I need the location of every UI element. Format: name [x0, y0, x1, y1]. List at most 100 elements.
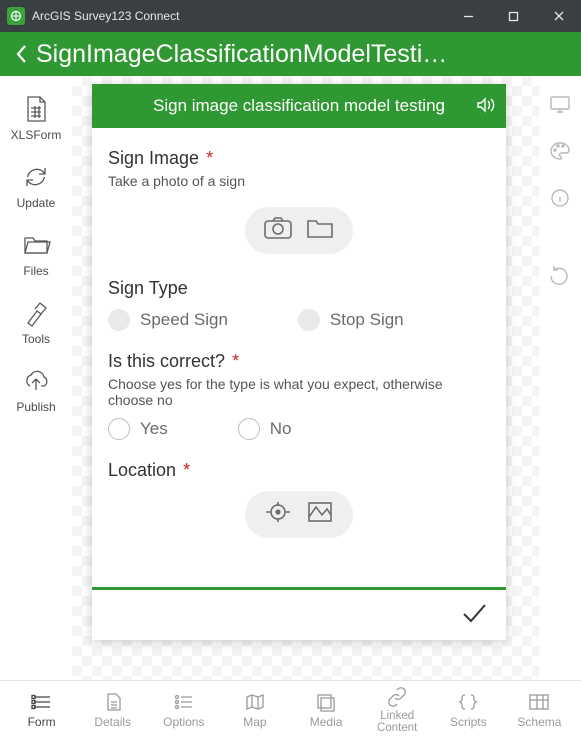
radio-circle-icon: [108, 309, 130, 331]
radio-speed-sign[interactable]: Speed Sign: [108, 309, 228, 331]
form-canvas: Sign image classification model testing …: [72, 76, 539, 680]
required-asterisk: *: [232, 351, 239, 371]
camera-icon: [263, 215, 293, 241]
radio-label: No: [270, 419, 292, 439]
media-icon: [315, 692, 337, 712]
left-rail-files[interactable]: Files: [21, 230, 51, 278]
required-asterisk: *: [183, 460, 190, 480]
survey-form-card: Sign image classification model testing …: [92, 84, 506, 640]
link-icon: [386, 687, 408, 707]
left-rail-tools[interactable]: Tools: [21, 298, 51, 346]
folder-button[interactable]: [305, 215, 335, 246]
radio-yes[interactable]: Yes: [108, 418, 168, 440]
check-icon: [460, 601, 488, 625]
tab-media[interactable]: Media: [294, 692, 358, 729]
right-rail: [539, 76, 581, 680]
radio-stop-sign[interactable]: Stop Sign: [298, 309, 404, 331]
form-icon: [31, 692, 53, 712]
question-sign-image-hint: Take a photo of a sign: [108, 173, 490, 189]
tab-map[interactable]: Map: [223, 692, 287, 729]
tab-linked-content[interactable]: Linked Content: [365, 687, 429, 734]
tab-details[interactable]: Details: [81, 692, 145, 729]
tab-label: Scripts: [450, 715, 487, 729]
table-icon: [528, 692, 550, 712]
left-rail-label: Publish: [16, 400, 55, 414]
image-input-controls: [245, 207, 353, 254]
tab-schema[interactable]: Schema: [507, 692, 571, 729]
braces-icon: [457, 692, 479, 712]
audio-icon[interactable]: [474, 94, 496, 121]
form-footer: [92, 590, 506, 640]
window-maximize-button[interactable]: [491, 0, 536, 32]
left-rail-label: XLSForm: [11, 128, 62, 142]
submit-check-button[interactable]: [460, 601, 488, 630]
back-button[interactable]: [8, 43, 36, 65]
left-rail-label: Tools: [22, 332, 50, 346]
preview-device-button[interactable]: [549, 94, 571, 119]
location-input-controls: [245, 491, 353, 538]
tab-label: Form: [28, 715, 56, 729]
tab-label: Details: [94, 715, 131, 729]
tab-scripts[interactable]: Scripts: [436, 692, 500, 729]
question-location-label: Location *: [108, 460, 490, 481]
window-close-button[interactable]: [536, 0, 581, 32]
app-header: SignImageClassificationModelTesti…: [0, 32, 581, 76]
left-rail-xlsform[interactable]: XLSForm: [11, 94, 62, 142]
page-title: SignImageClassificationModelTesti…: [36, 40, 573, 69]
info-button[interactable]: [549, 188, 571, 213]
window-titlebar: ArcGIS Survey123 Connect: [0, 0, 581, 32]
locate-button[interactable]: [263, 499, 293, 530]
app-icon: [7, 7, 25, 25]
left-rail-publish[interactable]: Publish: [16, 366, 55, 414]
radio-label: Speed Sign: [140, 310, 228, 330]
radio-circle-icon: [108, 418, 130, 440]
spreadsheet-icon: [21, 94, 51, 124]
radio-label: Yes: [140, 419, 168, 439]
radio-label: Stop Sign: [330, 310, 404, 330]
refresh-icon: [21, 162, 51, 192]
question-correct-hint: Choose yes for the type is what you expe…: [108, 376, 490, 408]
left-rail: XLSForm Update Files Tools Publish: [0, 76, 72, 680]
target-icon: [263, 499, 293, 525]
radio-circle-icon: [238, 418, 260, 440]
palette-icon: [549, 141, 571, 161]
cloud-upload-icon: [21, 366, 51, 396]
left-rail-label: Update: [17, 196, 56, 210]
question-sign-type-label: Sign Type: [108, 278, 490, 299]
tab-label: Media: [310, 715, 343, 729]
folder-open-icon: [305, 215, 335, 241]
theme-button[interactable]: [549, 141, 571, 166]
tab-form[interactable]: Form: [10, 692, 74, 729]
survey-title-bar: Sign image classification model testing: [92, 84, 506, 128]
label-text: Location: [108, 460, 176, 480]
map-icon: [305, 499, 335, 525]
map-picker-button[interactable]: [305, 499, 335, 530]
question-correct-label: Is this correct? *: [108, 351, 490, 372]
label-text: Is this correct?: [108, 351, 225, 371]
required-asterisk: *: [206, 148, 213, 168]
tab-options[interactable]: Options: [152, 692, 216, 729]
document-icon: [102, 692, 124, 712]
folder-icon: [21, 230, 51, 260]
left-rail-update[interactable]: Update: [17, 162, 56, 210]
survey-title: Sign image classification model testing: [153, 96, 445, 116]
survey-body: Sign Image * Take a photo of a sign: [92, 128, 506, 587]
main-area: XLSForm Update Files Tools Publish Sign …: [0, 76, 581, 680]
tab-label: Linked Content: [365, 710, 429, 734]
app-title: ArcGIS Survey123 Connect: [32, 9, 446, 23]
hammer-icon: [21, 298, 51, 328]
undo-icon: [549, 265, 571, 285]
info-icon: [549, 188, 571, 208]
camera-button[interactable]: [263, 215, 293, 246]
radio-no[interactable]: No: [238, 418, 292, 440]
window-minimize-button[interactable]: [446, 0, 491, 32]
list-icon: [173, 692, 195, 712]
tab-label: Schema: [517, 715, 561, 729]
undo-button[interactable]: [549, 265, 571, 290]
radio-circle-icon: [298, 309, 320, 331]
left-rail-label: Files: [23, 264, 48, 278]
tab-label: Map: [243, 715, 266, 729]
map-tab-icon: [244, 692, 266, 712]
question-sign-image-label: Sign Image *: [108, 148, 490, 169]
label-text: Sign Image: [108, 148, 199, 168]
